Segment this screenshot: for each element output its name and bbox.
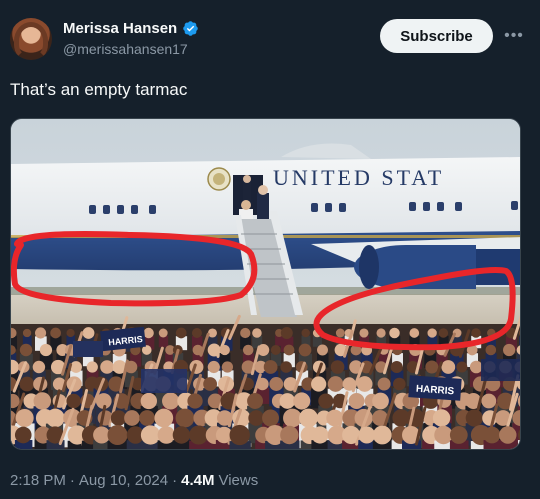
verified-badge-icon bbox=[183, 21, 198, 36]
aircraft-lettering: UNITED STAT bbox=[273, 165, 444, 190]
post-date[interactable]: Aug 10, 2024 bbox=[79, 472, 168, 489]
post-image[interactable]: UNITED STAT HARRIS HARRIS bbox=[10, 118, 521, 450]
post-time[interactable]: 2:18 PM bbox=[10, 472, 66, 489]
meta-separator: · bbox=[69, 472, 75, 489]
post-meta: 2:18 PM · Aug 10, 2024 · 4.4M Views bbox=[10, 472, 258, 489]
author-name[interactable]: Merissa Hansen bbox=[63, 20, 177, 37]
post-header: Merissa Hansen @merissahansen17 Subscrib… bbox=[10, 16, 530, 66]
subscribe-button[interactable]: Subscribe bbox=[380, 19, 493, 53]
author-name-row[interactable]: Merissa Hansen bbox=[63, 20, 199, 37]
tarmac-photo: UNITED STAT HARRIS HARRIS bbox=[11, 119, 520, 449]
author-handle[interactable]: @merissahansen17 bbox=[63, 41, 188, 57]
views-count: 4.4M bbox=[181, 472, 215, 489]
aircraft-engine bbox=[354, 245, 520, 289]
meta-separator: · bbox=[172, 472, 178, 489]
views-label: Views bbox=[218, 472, 259, 489]
more-horizontal-icon[interactable]: ••• bbox=[502, 26, 526, 46]
campaign-sign: HARRIS bbox=[408, 375, 462, 401]
post-text: That’s an empty tarmac bbox=[10, 80, 188, 99]
avatar[interactable] bbox=[10, 18, 52, 60]
